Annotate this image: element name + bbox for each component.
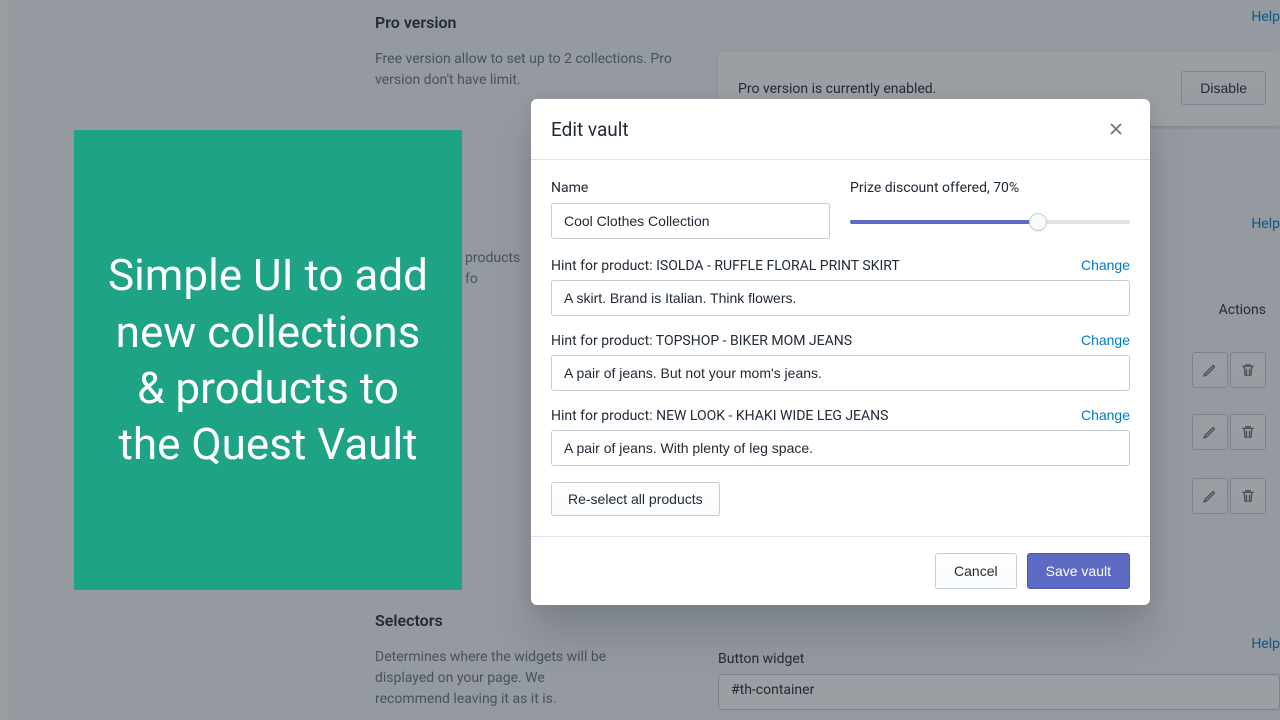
promo-overlay: Simple UI to add new collections & produ… xyxy=(74,130,462,590)
modal-title: Edit vault xyxy=(551,118,629,141)
modal-footer: Cancel Save vault xyxy=(531,536,1150,605)
discount-slider[interactable] xyxy=(850,213,1130,231)
slider-fill xyxy=(850,220,1038,224)
hint-block: Hint for product: ISOLDA - RUFFLE FLORAL… xyxy=(551,257,1130,316)
hint-input[interactable] xyxy=(551,430,1130,466)
cancel-button[interactable]: Cancel xyxy=(935,553,1017,589)
edit-vault-modal: Edit vault Name Prize discount offered, … xyxy=(531,99,1150,605)
modal-body: Name Prize discount offered, 70% Hint fo… xyxy=(531,160,1150,536)
close-icon xyxy=(1106,119,1126,139)
change-product-button[interactable]: Change xyxy=(1081,257,1130,273)
change-product-button[interactable]: Change xyxy=(1081,332,1130,348)
save-vault-button[interactable]: Save vault xyxy=(1027,553,1130,589)
close-button[interactable] xyxy=(1102,115,1130,143)
hint-label: Hint for product: NEW LOOK - KHAKI WIDE … xyxy=(551,408,888,424)
reselect-products-button[interactable]: Re-select all products xyxy=(551,482,720,516)
name-input[interactable] xyxy=(551,203,830,239)
discount-slider-group: Prize discount offered, 70% xyxy=(850,180,1130,239)
name-field-group: Name xyxy=(551,180,830,239)
modal-header: Edit vault xyxy=(531,99,1150,160)
name-label: Name xyxy=(551,180,830,196)
promo-text: Simple UI to add new collections & produ… xyxy=(104,247,432,472)
hint-block: Hint for product: NEW LOOK - KHAKI WIDE … xyxy=(551,407,1130,466)
hint-input[interactable] xyxy=(551,355,1130,391)
change-product-button[interactable]: Change xyxy=(1081,407,1130,423)
discount-label: Prize discount offered, 70% xyxy=(850,180,1130,196)
hint-label: Hint for product: ISOLDA - RUFFLE FLORAL… xyxy=(551,258,900,274)
hint-block: Hint for product: TOPSHOP - BIKER MOM JE… xyxy=(551,332,1130,391)
hint-label: Hint for product: TOPSHOP - BIKER MOM JE… xyxy=(551,333,852,349)
hint-input[interactable] xyxy=(551,280,1130,316)
slider-thumb[interactable] xyxy=(1029,213,1047,231)
